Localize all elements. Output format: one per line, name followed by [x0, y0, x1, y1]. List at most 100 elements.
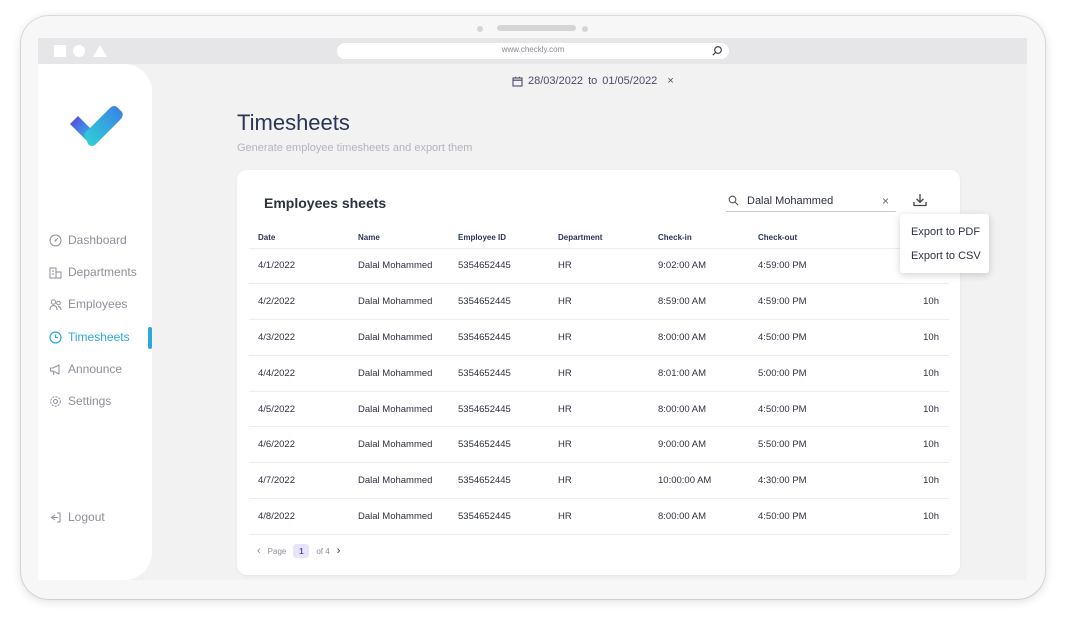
cell-work-hours: 10h	[849, 355, 949, 392]
camera-dot	[477, 26, 483, 32]
departments-icon	[49, 267, 62, 278]
next-page-icon[interactable]: ›	[337, 545, 341, 557]
cell-check-in: 8:01:00 AM	[649, 355, 749, 392]
clear-date-icon[interactable]: ×	[667, 75, 673, 87]
cell-name: Dalal Mohammed	[349, 355, 449, 392]
clear-search-icon[interactable]: ×	[882, 194, 889, 208]
date-range-filter[interactable]: 28/03/2022 to 01/05/2022 ×	[512, 74, 674, 88]
page-subtitle: Generate employee timesheets and export …	[237, 142, 473, 154]
column-header-employee-id[interactable]: Employee ID	[449, 228, 549, 249]
table-row[interactable]: 4/7/2022 Dalal Mohammed 5354652445 HR 10:00:…	[249, 462, 949, 500]
total-pages-label: of 4	[316, 546, 330, 556]
cell-name: Dalal Mohammed	[349, 283, 449, 321]
table-header-row: Date Name Employee ID Department Check-i…	[249, 228, 949, 249]
url-text: www.checkly.com	[501, 45, 565, 54]
cell-name: Dalal Mohammed	[349, 248, 449, 285]
cell-name: Dalal Mohammed	[349, 498, 449, 535]
column-header-check-out[interactable]: Check-out	[749, 228, 849, 249]
cell-check-in: 8:00:00 AM	[649, 391, 749, 428]
table-row[interactable]: 4/2/2022 Dalal Mohammed 5354652445 HR 8:59:0…	[249, 283, 949, 321]
cell-work-hours: 10h	[849, 498, 949, 535]
active-nav-indicator	[148, 327, 152, 349]
page-title: Timesheets	[237, 110, 350, 135]
cell-check-in: 8:00:00 AM	[649, 319, 749, 356]
cell-date: 4/5/2022	[249, 391, 349, 428]
column-header-check-in[interactable]: Check-in	[649, 228, 749, 249]
cell-employee-id: 5354652445	[449, 248, 549, 285]
cell-check-out: 5:00:00 PM	[749, 355, 849, 392]
window-circle-icon[interactable]	[73, 45, 85, 57]
search-box: ×	[726, 190, 896, 212]
table-row[interactable]: 4/5/2022 Dalal Mohammed 5354652445 HR 8:00:0…	[249, 391, 949, 428]
cell-employee-id: 5354652445	[449, 462, 549, 500]
cell-department: HR	[549, 355, 649, 392]
table-row[interactable]: 4/8/2022 Dalal Mohammed 5354652445 HR 8:00:0…	[249, 498, 949, 535]
download-icon[interactable]	[912, 192, 928, 208]
cell-employee-id: 5354652445	[449, 319, 549, 356]
window-triangle-icon[interactable]	[93, 45, 107, 57]
sidebar-item-label: Employees	[68, 297, 128, 311]
window-square-icon[interactable]	[54, 45, 66, 57]
checkmark-logo-icon	[70, 106, 123, 146]
gear-icon	[50, 395, 61, 407]
table-row[interactable]: 4/3/2022 Dalal Mohammed 5354652445 HR 8:00:0…	[249, 319, 949, 356]
cell-name: Dalal Mohammed	[349, 426, 449, 464]
cell-department: HR	[549, 391, 649, 428]
dashboard-icon	[49, 234, 62, 246]
cell-department: HR	[549, 462, 649, 500]
cell-check-in: 10:00:00 AM	[649, 462, 749, 500]
export-csv-option[interactable]: Export to CSV	[900, 244, 989, 268]
megaphone-icon	[50, 363, 60, 375]
table-row[interactable]: 4/6/2022 Dalal Mohammed 5354652445 HR 9:00:0…	[249, 426, 949, 464]
sensor-dot	[582, 26, 588, 32]
sidebar-item-dashboard[interactable]: Dashboard	[49, 230, 127, 250]
cell-department: HR	[549, 319, 649, 356]
cell-check-in: 9:02:00 AM	[649, 248, 749, 285]
sidebar-item-label: Timesheets	[68, 330, 130, 344]
search-icon[interactable]	[711, 45, 723, 57]
sidebar-item-label: Settings	[68, 394, 112, 408]
current-page-number[interactable]: 1	[293, 544, 310, 558]
column-header-name[interactable]: Name	[349, 228, 449, 249]
table-row[interactable]: 4/1/2022 Dalal Mohammed 5354652445 HR 9:02:0…	[249, 248, 949, 285]
cell-date: 4/3/2022	[249, 319, 349, 356]
cell-work-hours: 10h	[849, 283, 949, 321]
cell-work-hours: 10h	[849, 426, 949, 464]
cell-date: 4/1/2022	[249, 248, 349, 285]
sidebar-item-timesheets[interactable]: Timesheets	[49, 327, 130, 347]
sidebar-item-label: Announce	[68, 362, 123, 376]
search-input[interactable]	[747, 194, 879, 207]
sidebar-item-settings[interactable]: Settings	[49, 391, 111, 411]
card-title: Employees sheets	[264, 195, 387, 211]
cell-check-in: 9:00:00 AM	[649, 426, 749, 464]
sidebar-item-employees[interactable]: Employees	[49, 294, 127, 314]
cell-check-out: 4:50:00 PM	[749, 498, 849, 535]
date-separator: to	[588, 75, 598, 87]
column-header-department[interactable]: Department	[549, 228, 649, 249]
employees-sheets-card: Employees sheets × Date Name Employee ID…	[237, 170, 960, 575]
cell-check-in: 8:59:00 AM	[649, 283, 749, 321]
cell-check-out: 4:30:00 PM	[749, 462, 849, 500]
date-from: 28/03/2022	[528, 75, 584, 87]
export-pdf-option[interactable]: Export to PDF	[900, 220, 989, 244]
logout-label: Logout	[68, 510, 105, 524]
cell-name: Dalal Mohammed	[349, 462, 449, 500]
cell-check-out: 4:50:00 PM	[749, 391, 849, 428]
cell-date: 4/8/2022	[249, 498, 349, 535]
sidebar-item-departments[interactable]: Departments	[49, 262, 137, 282]
browser-toolbar: www.checkly.com	[38, 38, 1027, 64]
cell-date: 4/7/2022	[249, 462, 349, 500]
search-icon	[728, 195, 739, 206]
cell-employee-id: 5354652445	[449, 426, 549, 464]
address-bar[interactable]: www.checkly.com	[337, 43, 729, 59]
previous-page-icon[interactable]: ‹	[257, 545, 261, 557]
cell-name: Dalal Mohammed	[349, 319, 449, 356]
cell-employee-id: 5354652445	[449, 391, 549, 428]
app-screen: Dashboard Departments Employees Timeshee…	[38, 64, 1027, 580]
cell-check-out: 5:50:00 PM	[749, 426, 849, 464]
logout-button[interactable]: Logout	[49, 507, 105, 527]
column-header-date[interactable]: Date	[249, 228, 349, 249]
table-row[interactable]: 4/4/2022 Dalal Mohammed 5354652445 HR 8:01:0…	[249, 355, 949, 392]
cell-employee-id: 5354652445	[449, 498, 549, 535]
sidebar-item-announce[interactable]: Announce	[49, 359, 122, 379]
